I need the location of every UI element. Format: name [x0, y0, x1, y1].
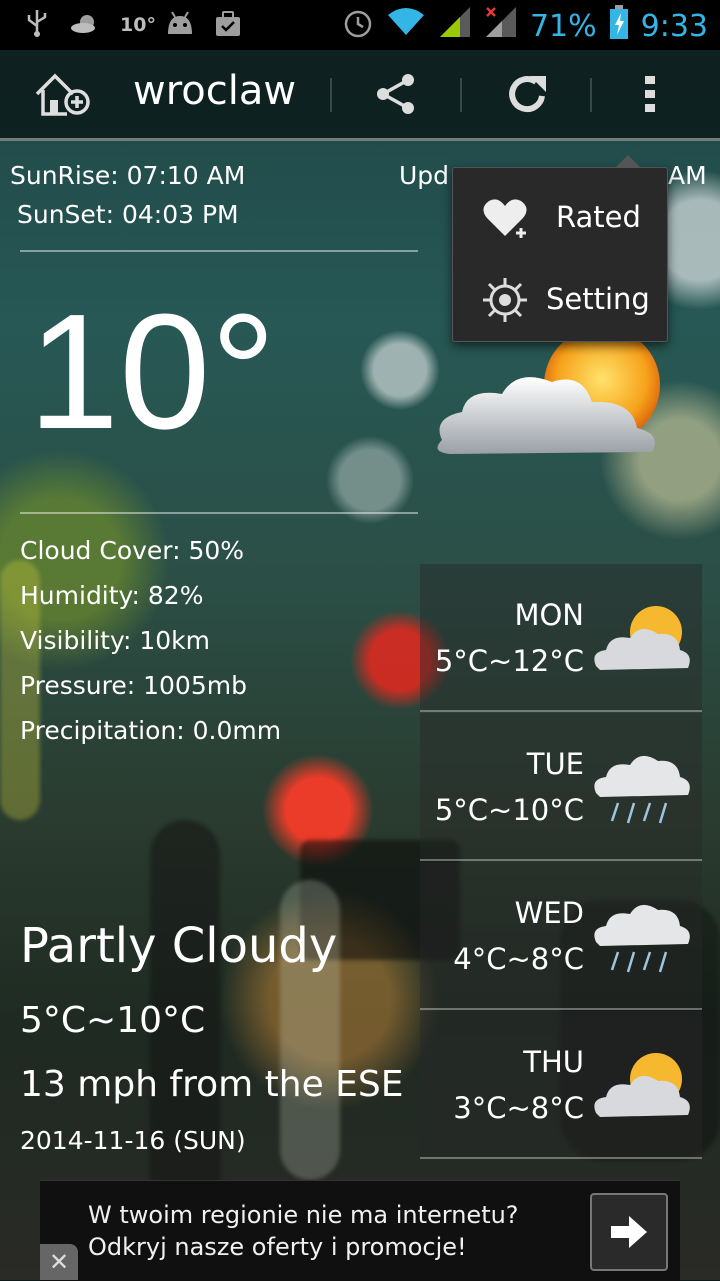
ad-text: W twoim regionie nie ma internetu? Odkry… — [88, 1199, 519, 1263]
date-text: 2014-11-16 (SUN) — [20, 1126, 246, 1155]
forecast-item-mon[interactable]: MON 5°C~12°C — [420, 564, 702, 712]
clock: 9:33 — [640, 8, 708, 44]
battery-charging-icon — [609, 5, 629, 47]
overflow-menu: Rated Setting — [452, 155, 668, 342]
menu-item-rated[interactable]: Rated — [453, 176, 667, 258]
partly-cloudy-icon — [594, 606, 690, 670]
humidity-text: Humidity: 82% — [20, 581, 204, 610]
forecast-day: MON — [514, 598, 584, 632]
android-icon — [164, 10, 196, 42]
weather-notification-icon — [70, 12, 100, 42]
partly-cloudy-icon — [594, 1053, 690, 1117]
city-title[interactable]: wroclaw — [133, 68, 296, 114]
menu-item-label: Rated — [556, 200, 641, 234]
briefcase-icon — [214, 10, 242, 44]
wind-text: 13 mph from the ESE — [20, 1064, 404, 1105]
heart-icon — [483, 199, 527, 238]
forecast-temp: 5°C~12°C — [434, 644, 584, 678]
ad-banner[interactable]: W twoim regionie nie ma internetu? Odkry… — [40, 1180, 680, 1281]
signal-icon — [438, 5, 472, 47]
refresh-button[interactable] — [496, 64, 560, 124]
forecast-item-wed[interactable]: WED 4°C~8°C — [420, 862, 702, 1010]
sunset-text: SunSet: 04:03 PM — [17, 200, 239, 229]
condition-text: Partly Cloudy — [20, 918, 338, 974]
close-icon: ✕ — [48, 1248, 70, 1276]
battery-text: 71% — [529, 8, 597, 44]
temp-notification-icon: 10° — [120, 14, 156, 36]
add-city-icon — [35, 73, 90, 116]
alarm-icon — [342, 7, 374, 46]
temperature-range: 5°C~10°C — [20, 1000, 206, 1041]
forecast-day: WED — [514, 896, 584, 930]
forecast-day: THU — [523, 1045, 584, 1079]
forecast-temp: 4°C~8°C — [453, 942, 584, 976]
status-bar: 10° 71% 9:33 — [0, 0, 720, 50]
forecast-temp: 5°C~10°C — [434, 793, 584, 827]
share-button[interactable] — [364, 64, 428, 124]
share-icon — [377, 74, 414, 114]
pressure-text: Pressure: 1005mb — [20, 671, 247, 700]
divider — [20, 512, 418, 514]
overflow-menu-icon — [645, 76, 655, 112]
ad-arrow-button[interactable] — [590, 1193, 668, 1271]
divider — [20, 250, 418, 252]
arrow-right-icon — [611, 1216, 647, 1248]
signal-no-data-icon — [484, 5, 518, 47]
ad-line-2: Odkryj nasze oferty i promocje! — [88, 1233, 467, 1261]
rain-cloud-icon — [594, 904, 690, 973]
ad-close-button[interactable]: ✕ — [40, 1244, 78, 1280]
sunrise-text: SunRise: 07:10 AM — [10, 161, 246, 190]
forecast-item-tue[interactable]: TUE 5°C~10°C — [420, 713, 702, 861]
wifi-icon — [386, 7, 426, 45]
rain-cloud-icon — [594, 755, 690, 824]
forecast-temp: 3°C~8°C — [453, 1091, 584, 1125]
visibility-text: Visibility: 10km — [20, 626, 210, 655]
updated-text-left: Upd — [399, 161, 450, 190]
precipitation-text: Precipitation: 0.0mm — [20, 716, 282, 745]
current-temperature: 10° — [28, 280, 277, 463]
forecast-day: TUE — [526, 747, 584, 781]
updated-text-right: AM — [668, 161, 707, 190]
usb-icon — [24, 8, 50, 44]
forecast-item-thu[interactable]: THU 3°C~8°C — [420, 1011, 702, 1159]
menu-item-label: Setting — [546, 282, 650, 316]
overflow-menu-button[interactable] — [618, 64, 682, 124]
ad-line-1: W twoim regionie nie ma internetu? — [88, 1201, 519, 1229]
action-bar: wroclaw — [0, 50, 720, 141]
refresh-icon — [509, 76, 546, 113]
cloud-cover-text: Cloud Cover: 50% — [20, 536, 245, 565]
gear-icon — [483, 278, 527, 322]
add-city-button[interactable] — [30, 64, 94, 124]
partly-cloudy-icon — [422, 327, 682, 480]
menu-item-setting[interactable]: Setting — [453, 258, 667, 340]
